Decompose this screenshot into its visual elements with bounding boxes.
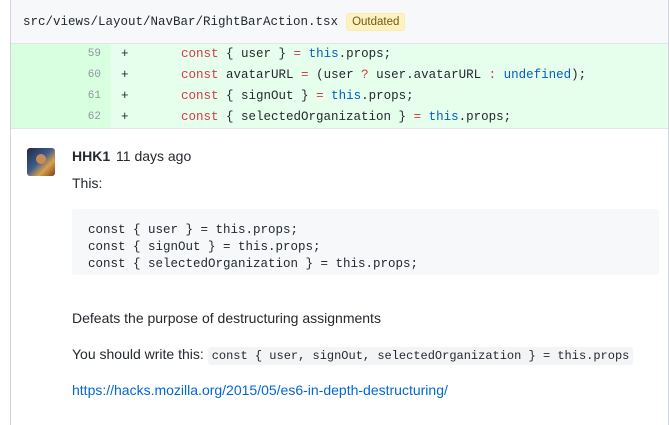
code-token: avatarURL [218, 68, 302, 82]
file-path[interactable]: src/views/Layout/NavBar/RightBarAction.t… [23, 15, 338, 29]
diff-line: 62 + const { selectedOrganization } = thi… [11, 107, 668, 128]
code-token: ? [361, 68, 369, 82]
comment-timestamp[interactable]: 11 days ago [116, 148, 191, 164]
code-token: this [308, 47, 339, 61]
code-block: const { user } = this.props; const { sig… [72, 209, 659, 275]
addition-marker: + [121, 89, 129, 103]
diff-line-code: + const { selectedOrganization } = this.… [111, 107, 668, 128]
code-token: .props; [338, 47, 392, 61]
addition-marker: + [121, 110, 129, 124]
code-token: { user } [218, 47, 294, 61]
code-token: = [316, 89, 324, 103]
code-token: const [181, 68, 219, 82]
code-token: { signOut } [218, 89, 317, 103]
comment-header: HHK1 11 days ago [72, 148, 191, 164]
diff-line: 59 + const { user } = this.props; [11, 44, 668, 65]
code-token: = [413, 110, 422, 124]
code-token: const [181, 47, 219, 61]
line-number[interactable]: 62 [11, 107, 111, 128]
link-paragraph: https://hacks.mozilla.org/2015/05/es6-in… [72, 382, 448, 398]
code-token: this [428, 110, 459, 124]
code-token: const [181, 89, 219, 103]
line-number[interactable]: 61 [11, 86, 111, 107]
file-header: src/views/Layout/NavBar/RightBarAction.t… [11, 0, 668, 44]
addition-marker: + [121, 47, 129, 61]
inline-code: const { user, signOut, selectedOrganizat… [207, 347, 634, 365]
comment-suggestion: You should write this: const { user, sig… [72, 346, 634, 365]
diff-line-code: + const { user } = this.props; [111, 44, 668, 65]
review-comment-panel: src/views/Layout/NavBar/RightBarAction.t… [10, 0, 669, 425]
code-token: (user [308, 68, 362, 82]
code-token: = [293, 47, 302, 61]
code-token: .props; [458, 110, 512, 124]
diff-hunk: 59 + const { user } = this.props; 60 + cons… [11, 44, 668, 128]
code-token: : [488, 68, 497, 82]
code-token: user.avatarURL [368, 68, 489, 82]
code-token: this [331, 89, 362, 103]
code-token: const [181, 110, 219, 124]
code-token: undefined [503, 68, 572, 82]
addition-marker: + [121, 68, 129, 82]
line-number[interactable]: 60 [11, 65, 111, 86]
code-token: { selectedOrganization } [218, 110, 414, 124]
line-number[interactable]: 59 [11, 44, 111, 65]
comment-intro: This: [72, 175, 103, 191]
code-token: .props; [361, 89, 414, 103]
avatar[interactable] [27, 148, 55, 176]
code-token: = [301, 68, 309, 82]
comment-author[interactable]: HHK1 [72, 148, 110, 164]
code-token: ); [571, 68, 587, 82]
comment: HHK1 11 days ago This: const { user } = … [11, 128, 668, 425]
diff-line: 60 + const avatarURL = (user ? user.avata… [11, 65, 668, 86]
outdated-badge: Outdated [346, 12, 406, 31]
suggestion-text: You should write this: [72, 346, 208, 362]
diff-line: 61 + const { signOut } = this.props; [11, 86, 668, 107]
diff-line-code: + const { signOut } = this.props; [111, 86, 668, 107]
reference-link[interactable]: https://hacks.mozilla.org/2015/05/es6-in… [72, 382, 448, 398]
diff-line-code: + const avatarURL = (user ? user.avatarU… [111, 65, 668, 86]
comment-paragraph: Defeats the purpose of destructuring ass… [72, 310, 381, 326]
